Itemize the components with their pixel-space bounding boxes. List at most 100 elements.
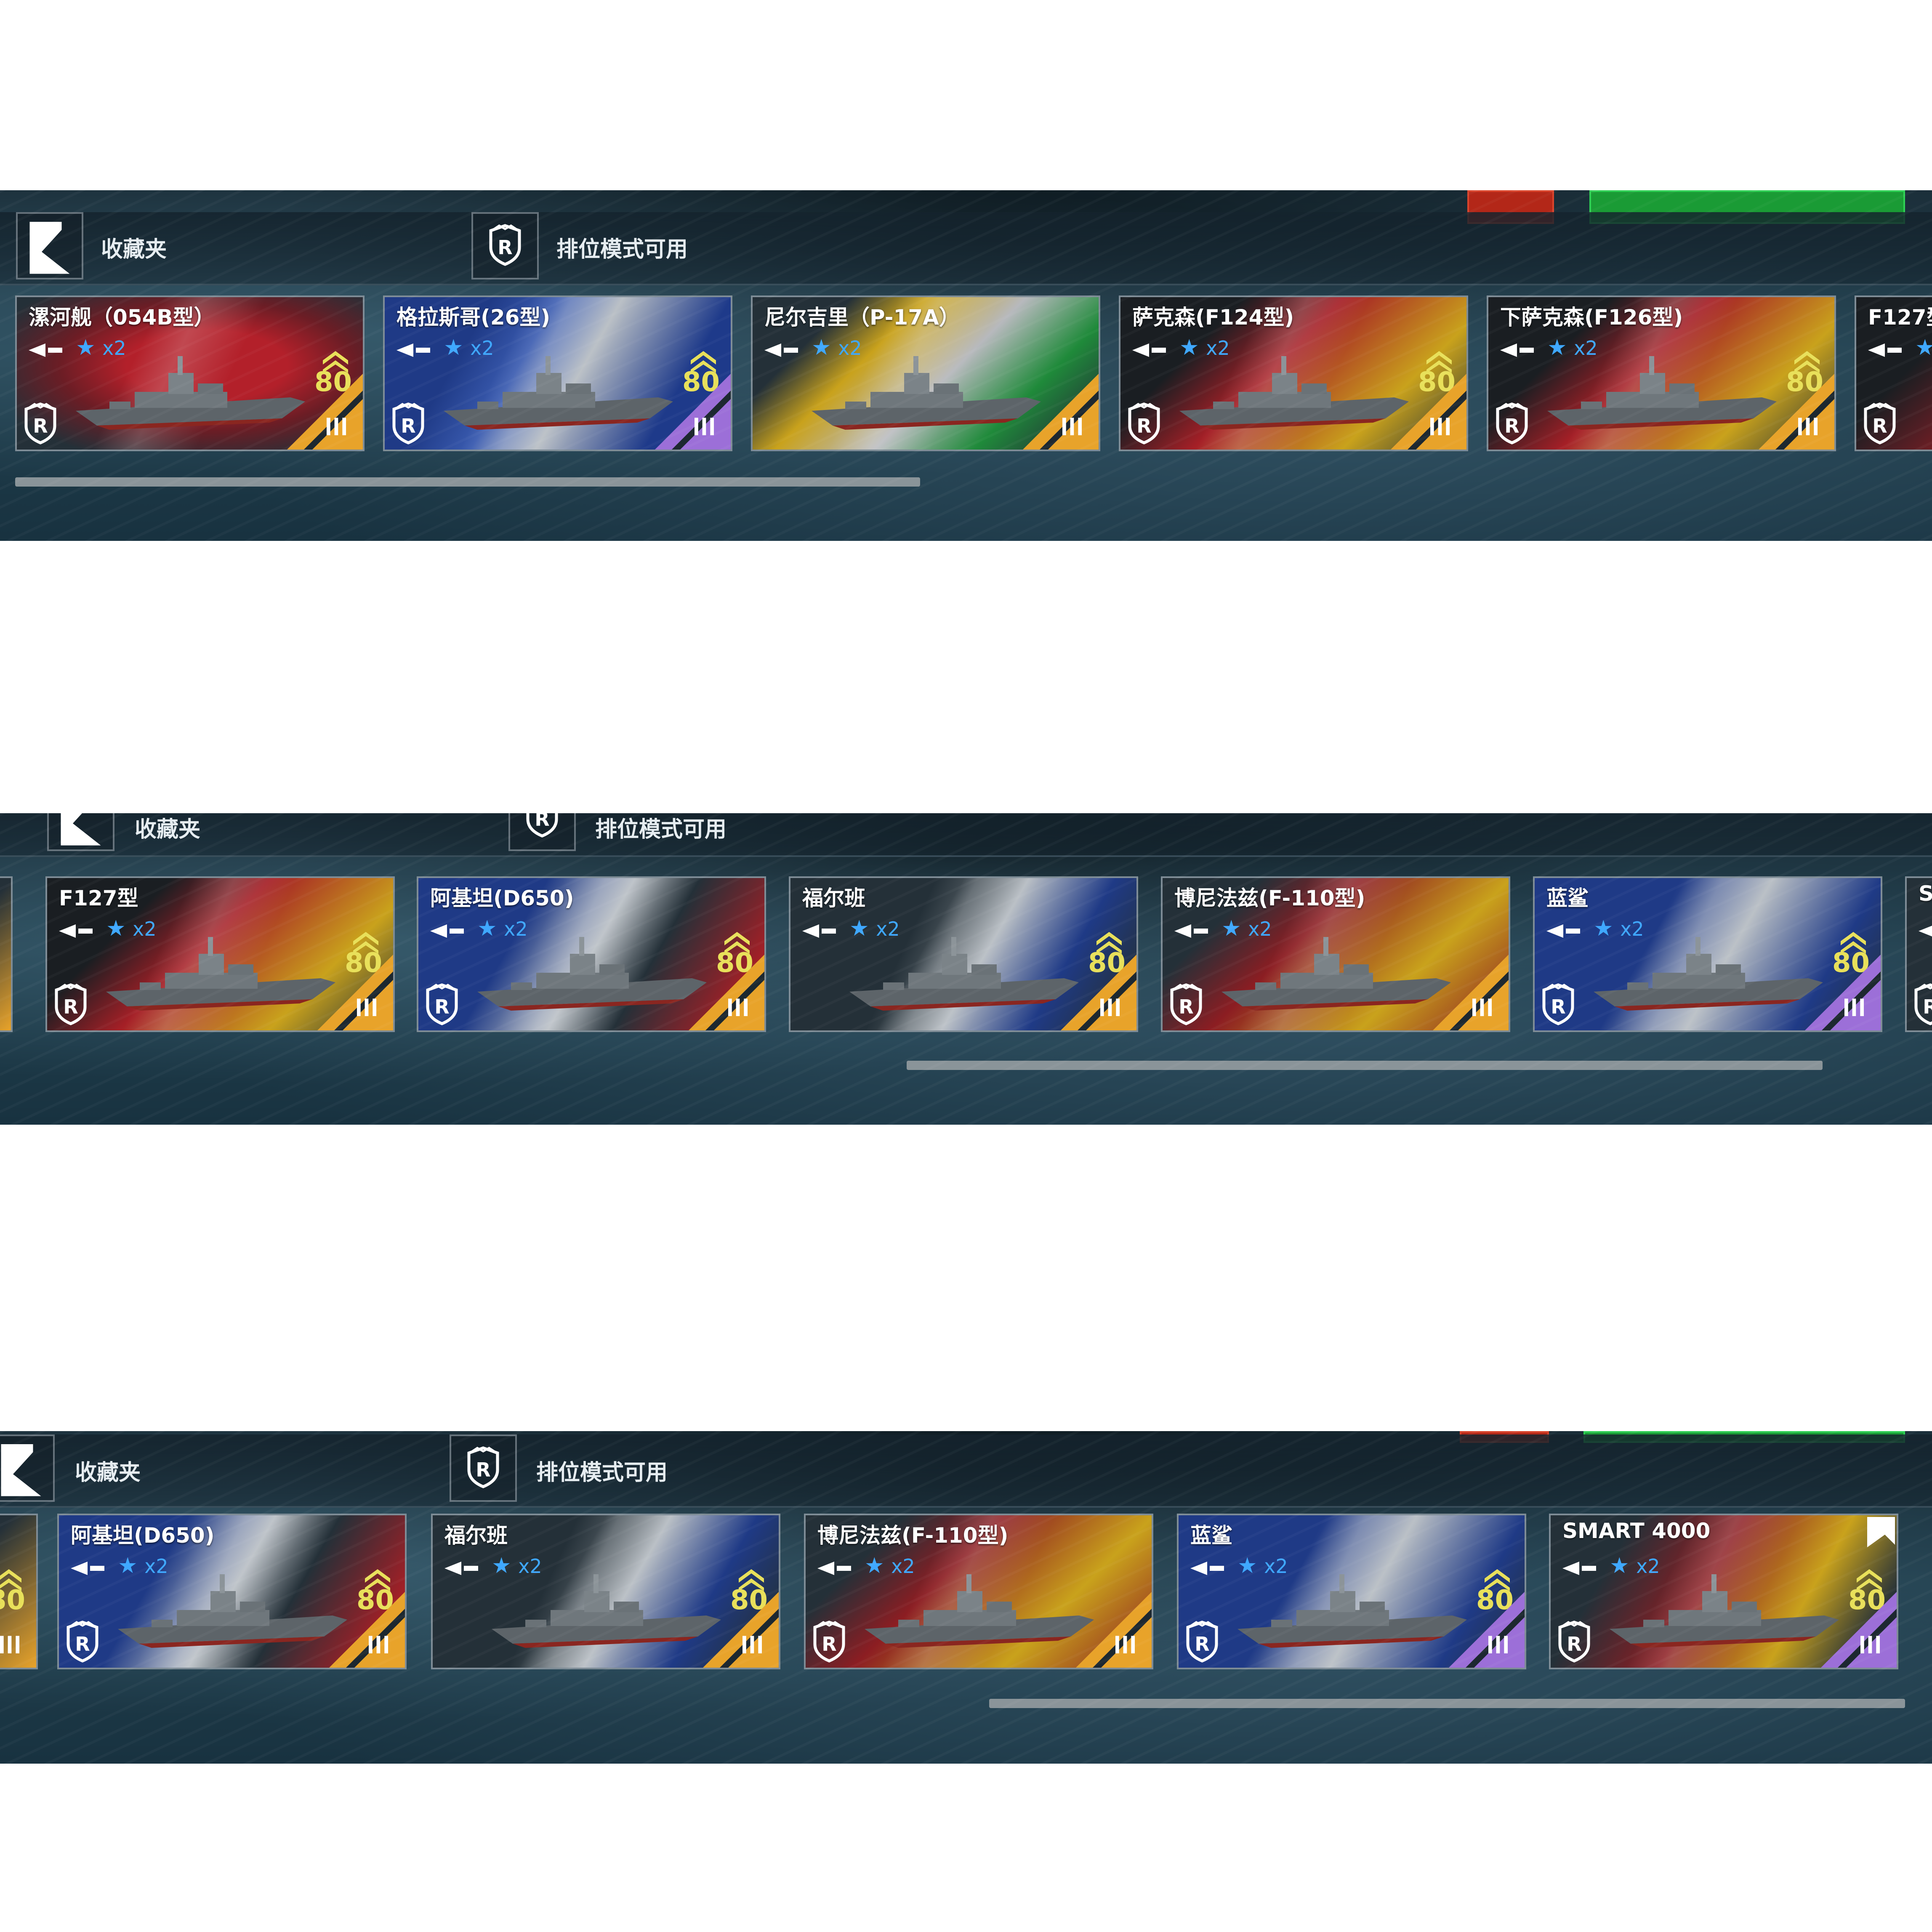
- ship-card[interactable]: 博尼法兹(F-110型) ★ x2 III: [1161, 876, 1510, 1032]
- ship-name: F127型: [1868, 305, 1932, 330]
- ship-card[interactable]: 格拉斯哥(26型) ★ x2 80 III: [383, 295, 732, 451]
- ship-card[interactable]: F127型 ★: [1855, 295, 1932, 451]
- tier-icon: III: [355, 993, 379, 1022]
- ship-name: 尼尔吉里（P-17A）: [764, 305, 960, 330]
- speed-arrow-icon: [29, 343, 62, 358]
- ranked-shield-icon: [1557, 1621, 1591, 1663]
- ranked-shield-icon: [391, 402, 425, 444]
- ship-level: 80: [0, 1585, 25, 1616]
- ranked-shield-icon: [425, 983, 459, 1025]
- scrollbar[interactable]: [15, 477, 920, 487]
- ranked-shield-icon[interactable]: [471, 212, 539, 279]
- ship-image: [1605, 1566, 1841, 1654]
- ship-image: [439, 348, 675, 436]
- ship-image: [807, 348, 1043, 436]
- tier-icon: III: [1428, 412, 1452, 441]
- speed-arrow-icon: [802, 923, 836, 939]
- ship-image: [473, 929, 709, 1017]
- star-icon: ★: [1915, 335, 1932, 360]
- favorites-label: 收藏夹: [75, 1460, 141, 1485]
- filter-bar: 收藏夹 排位模式可用: [0, 212, 1932, 285]
- ship-card[interactable]: 下萨克森(F126型) ★ x2 80 III: [1487, 295, 1836, 451]
- ranked-shield-icon[interactable]: [450, 1434, 517, 1502]
- favorites-label: 收藏夹: [135, 817, 201, 842]
- scrollbar[interactable]: [989, 1699, 1905, 1708]
- ship-name: 格拉斯哥(26型): [397, 305, 551, 330]
- tier-icon: III: [740, 1631, 764, 1659]
- speed-arrow-icon: [1190, 1561, 1224, 1576]
- tier-icon: III: [1470, 993, 1494, 1022]
- bookmark-icon[interactable]: [47, 813, 114, 851]
- ship-image: [1217, 929, 1453, 1017]
- ship-card[interactable]: 福尔班 ★ x2 80 III: [431, 1514, 780, 1669]
- speed-arrow-icon: [71, 1561, 104, 1576]
- ship-name: 博尼法兹(F-110型): [817, 1523, 1009, 1548]
- ship-card-row: 漯河舰（054B型） ★ x2 80 III 格拉斯哥(26型) ★ x2 80…: [0, 295, 1932, 455]
- ranked-shield-icon[interactable]: [508, 813, 576, 851]
- speed-arrow-icon: [1868, 343, 1902, 358]
- ship-card[interactable]: [0, 876, 13, 1032]
- speed-arrow-icon: [1174, 923, 1208, 939]
- ranked-mode-label: 排位模式可用: [595, 817, 727, 842]
- ship-card[interactable]: 80 III: [0, 1514, 38, 1669]
- panel-2: 收藏夹 排位模式可用 F127型 ★ x2 80 III 阿基坦(D650) ★…: [0, 813, 1932, 1125]
- ship-card[interactable]: 蓝鲨 ★ x2 80 III: [1533, 876, 1882, 1032]
- ship-image: [1175, 348, 1411, 436]
- bookmark-icon[interactable]: [0, 1434, 55, 1502]
- ship-name: 蓝鲨: [1190, 1523, 1232, 1548]
- ship-card[interactable]: 阿基坦(D650) ★ x2 80 III: [57, 1514, 407, 1669]
- tier-icon: III: [692, 412, 716, 441]
- panel-1: 收藏夹 排位模式可用 漯河舰（054B型） ★ x2 80 III 格拉斯哥(2…: [0, 190, 1932, 541]
- ship-card[interactable]: 蓝鲨 ★ x2 80 III: [1177, 1514, 1526, 1669]
- filter-bar: 收藏夹 排位模式可用: [0, 1434, 1932, 1508]
- bookmark-icon[interactable]: [16, 212, 83, 279]
- speed-arrow-icon: [764, 343, 798, 358]
- bookmark-icon[interactable]: [1863, 1515, 1897, 1549]
- ranked-shield-icon: [1495, 402, 1529, 444]
- tier-icon: III: [1858, 1631, 1882, 1659]
- ship-image: [114, 1566, 349, 1654]
- ship-card[interactable]: SI: [1905, 876, 1932, 1032]
- favorites-label: 收藏夹: [101, 237, 167, 262]
- speed-arrow-icon: [817, 1561, 851, 1576]
- ship-card[interactable]: 漯河舰（054B型） ★ x2 80 III: [15, 295, 365, 451]
- tier-icon: III: [726, 993, 750, 1022]
- ship-name: 福尔班: [444, 1523, 508, 1548]
- ship-card[interactable]: 博尼法兹(F-110型) ★ x2 III: [804, 1514, 1153, 1669]
- ship-name: F127型: [59, 886, 138, 910]
- ship-card[interactable]: F127型 ★ x2 80 III: [45, 876, 395, 1032]
- ranked-shield-icon: [66, 1621, 99, 1663]
- ship-name: 蓝鲨: [1546, 886, 1589, 910]
- ship-name: 阿基坦(D650): [71, 1523, 215, 1548]
- tier-icon: III: [0, 1631, 22, 1659]
- speed-arrow-icon: [397, 343, 430, 358]
- ship-image: [1233, 1566, 1469, 1654]
- ship-image: [1543, 348, 1779, 436]
- ship-image: [72, 348, 307, 436]
- ranked-shield-icon: [24, 402, 57, 444]
- ranked-shield-icon: [1127, 402, 1161, 444]
- speed-arrow-icon: [430, 923, 464, 939]
- ship-name: 下萨克森(F126型): [1500, 305, 1683, 330]
- ship-card[interactable]: 尼尔吉里（P-17A） ★ x2 III: [751, 295, 1100, 451]
- ranked-mode-label: 排位模式可用: [556, 237, 688, 262]
- ship-name: SI: [1919, 881, 1932, 906]
- ranked-mode-label: 排位模式可用: [536, 1460, 668, 1485]
- ship-name: 福尔班: [802, 886, 865, 910]
- ship-card[interactable]: 福尔班 ★ x2 80 III: [789, 876, 1138, 1032]
- ship-image: [487, 1566, 723, 1654]
- ship-image: [860, 1566, 1096, 1654]
- ship-card[interactable]: 萨克森(F124型) ★ x2 80 III: [1119, 295, 1468, 451]
- panel-3: 收藏夹 排位模式可用 80 III 阿基坦(D650) ★ x2 80 III: [0, 1431, 1932, 1764]
- tier-icon: III: [1060, 412, 1084, 441]
- ship-card-row: F127型 ★ x2 80 III 阿基坦(D650) ★ x2 80 III: [0, 876, 1932, 1036]
- ship-card[interactable]: SMART 4000 ★ x2 80 III: [1549, 1514, 1898, 1669]
- ship-image: [102, 929, 338, 1017]
- tier-icon: III: [1098, 993, 1122, 1022]
- tier-icon: III: [325, 412, 349, 441]
- ranked-shield-icon: [1185, 1621, 1219, 1663]
- scrollbar[interactable]: [907, 1061, 1823, 1070]
- ship-card[interactable]: 阿基坦(D650) ★ x2 80 III: [417, 876, 766, 1032]
- ranked-shield-icon: [1169, 983, 1203, 1025]
- speed-arrow-icon: [1546, 923, 1580, 939]
